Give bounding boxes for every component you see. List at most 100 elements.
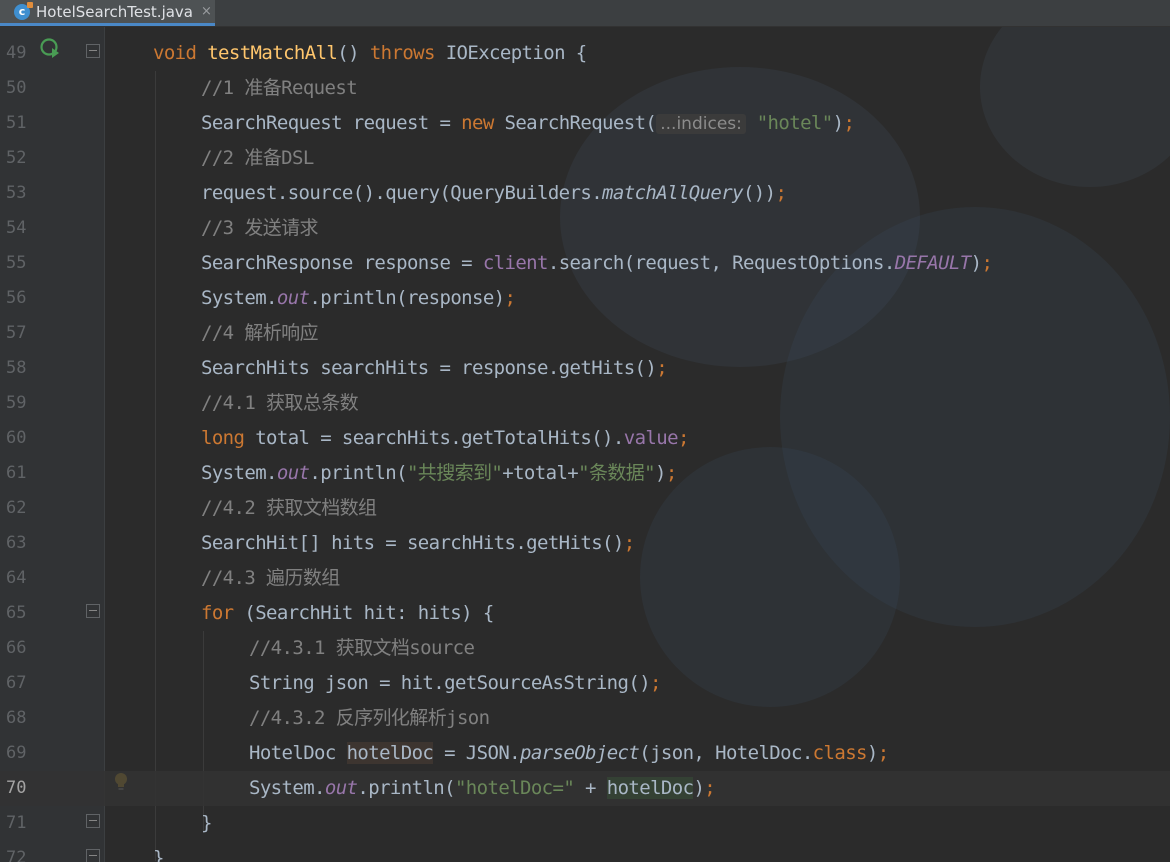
code-text: String json = hit.getSourceAsString(); [249, 666, 661, 701]
code-text: //4.3.2 反序列化解析json [249, 701, 490, 736]
comment: //1 准备Request [201, 77, 358, 99]
code-line-52: 52 //2 准备DSL [0, 141, 1170, 176]
line-number: 63 [6, 533, 27, 553]
code-line-72: 72 } [0, 841, 1170, 862]
code-line-61: 61 System.out.println("共搜索到"+total+"条数据"… [0, 456, 1170, 491]
code-token: SearchHit[] hits = searchHits.getHits() [201, 532, 624, 554]
keyword: void [153, 42, 208, 64]
code-token: .println(response) [309, 287, 505, 309]
code-editor[interactable]: 49 void testMatchAll() throws IOExceptio… [0, 27, 1170, 862]
line-number: 64 [6, 568, 27, 588]
keyword: class [812, 742, 868, 764]
line-number: 56 [6, 288, 27, 308]
semicolon: ; [704, 777, 716, 799]
code-token: SearchRequest request = [201, 112, 462, 134]
line-number: 61 [6, 463, 27, 483]
code-line-56: 56 System.out.println(response); [0, 281, 1170, 316]
code-text: for (SearchHit hit: hits) { [201, 596, 494, 631]
static-field: out [324, 777, 358, 799]
code-token: SearchHits searchHits = response.getHits… [201, 357, 657, 379]
string-literal: "hotel" [756, 112, 833, 134]
code-line-54: 54 //3 发送请求 [0, 211, 1170, 246]
code-line-57: 57 //4 解析响应 [0, 316, 1170, 351]
highlighted-variable: hotelDoc [606, 777, 694, 799]
code-line-69: 69 HotelDoc hotelDoc = JSON.parseObject(… [0, 736, 1170, 771]
tab-hotelsearchtest[interactable]: c HotelSearchTest.java × [0, 0, 215, 26]
code-text: //2 准备DSL [201, 141, 314, 176]
comment: //2 准备DSL [201, 147, 314, 169]
code-token: (json, HotelDoc. [639, 742, 813, 764]
comment: //4 解析响应 [201, 322, 319, 344]
line-number: 60 [6, 428, 27, 448]
semicolon: ; [665, 462, 677, 484]
code-line-71: 71 } [0, 806, 1170, 841]
code-line-50: 50 //1 准备Request [0, 71, 1170, 106]
code-text: SearchHits searchHits = response.getHits… [201, 351, 668, 386]
comment: //4.3 遍历数组 [201, 567, 340, 589]
line-number: 67 [6, 673, 27, 693]
line-number: 58 [6, 358, 27, 378]
code-line-64: 64 //4.3 遍历数组 [0, 561, 1170, 596]
line-number: 69 [6, 743, 27, 763]
code-text: SearchResponse response = client.search(… [201, 246, 993, 281]
line-number: 71 [6, 813, 27, 833]
highlighted-variable: hotelDoc [346, 742, 434, 764]
static-field: out [276, 462, 310, 484]
semicolon: ; [650, 672, 661, 694]
code-line-53: 53 request.source().query(QueryBuilders.… [0, 176, 1170, 211]
code-token: System. [201, 462, 277, 484]
code-token: + [574, 777, 607, 799]
close-icon[interactable]: × [201, 4, 212, 19]
code-text: //1 准备Request [201, 71, 358, 106]
line-number: 50 [6, 78, 27, 98]
code-token: ) [866, 742, 878, 764]
semicolon: ; [656, 357, 668, 379]
code-token: } [153, 847, 164, 862]
code-line-67: 67 String json = hit.getSourceAsString()… [0, 666, 1170, 701]
line-number: 55 [6, 253, 27, 273]
code-token: IOException { [445, 42, 588, 64]
code-token: System. [201, 287, 277, 309]
code-text: //4.1 获取总条数 [201, 386, 359, 421]
code-token: String json = hit.getSourceAsString() [249, 672, 651, 694]
code-text: } [201, 806, 212, 841]
code-token: = JSON. [433, 742, 520, 764]
code-text: //4 解析响应 [201, 316, 319, 351]
code-text: void testMatchAll() throws IOException { [153, 36, 587, 71]
code-token: ()) [742, 182, 776, 204]
tab-label: HotelSearchTest.java [36, 2, 194, 21]
code-text: //4.2 获取文档数组 [201, 491, 377, 526]
comment: //4.2 获取文档数组 [201, 497, 377, 519]
code-text: System.out.println("hotelDoc=" + hotelDo… [249, 771, 716, 806]
line-number: 65 [6, 603, 27, 623]
line-number: 59 [6, 393, 27, 413]
semicolon: ; [677, 427, 689, 449]
line-number: 72 [6, 848, 27, 862]
code-token: SearchResponse response = [201, 252, 483, 274]
code-text: //4.3.1 获取文档source [249, 631, 475, 666]
code-text: //3 发送请求 [201, 211, 319, 246]
string-literal: "hotelDoc=" [454, 777, 575, 799]
code-token: total = searchHits.getTotalHits(). [255, 427, 624, 449]
comment: //4.3.1 获取文档source [249, 637, 475, 659]
field: client [482, 252, 549, 274]
code-text: SearchRequest request = new SearchReques… [201, 106, 855, 141]
code-token: ) [693, 777, 705, 799]
keyword: for [201, 602, 245, 624]
field: value [623, 427, 679, 449]
code-text: request.source().query(QueryBuilders.mat… [201, 176, 787, 211]
code-token: .println( [357, 777, 455, 799]
line-number: 70 [6, 778, 27, 798]
code-line-66: 66 //4.3.1 获取文档source [0, 631, 1170, 666]
code-token: ) [832, 112, 844, 134]
code-token: } [201, 812, 212, 834]
code-line-51: 51 SearchRequest request = new SearchReq… [0, 106, 1170, 141]
line-number: 68 [6, 708, 27, 728]
comment: //3 发送请求 [201, 217, 319, 239]
code-line-49: 49 void testMatchAll() throws IOExceptio… [0, 36, 1170, 71]
string-literal: "条数据" [578, 462, 656, 484]
line-number: 52 [6, 148, 27, 168]
parameter-hint: ...indices: [656, 114, 746, 134]
keyword: new [461, 112, 505, 134]
code-token: () [337, 42, 370, 64]
